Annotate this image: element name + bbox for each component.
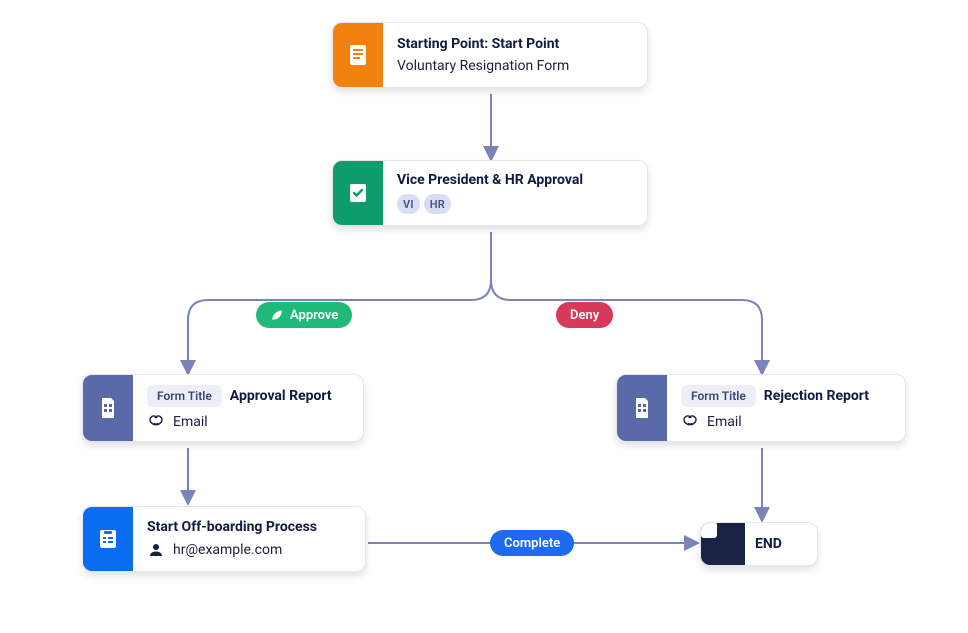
iconbar (83, 375, 133, 441)
iconbar (333, 161, 383, 225)
link-icon (681, 413, 699, 431)
approval-report-node[interactable]: Form Title Approval Report Email (82, 374, 364, 442)
form-title-tag: Form Title (147, 385, 222, 407)
edge-approve-label: Approve (290, 308, 338, 323)
iconbar (617, 375, 667, 441)
start-label: Starting Point: Start Point (397, 36, 569, 52)
edge-deny: Deny (556, 302, 613, 328)
start-subtitle: Voluntary Resignation Form (397, 58, 569, 74)
approval-title: Vice President & HR Approval (397, 172, 583, 188)
edge-complete: Complete (490, 530, 574, 556)
person-icon (147, 541, 165, 559)
iconbar (701, 522, 745, 566)
edge-approve: Approve (256, 302, 352, 328)
rejection-report-node[interactable]: Form Title Rejection Report Email (616, 374, 906, 442)
approval-node[interactable]: Vice President & HR Approval VI HR (332, 160, 648, 226)
form-title-tag: Form Title (681, 385, 756, 407)
start-node[interactable]: Starting Point: Start Point Voluntary Re… (332, 22, 648, 88)
form-title-value: Rejection Report (764, 388, 869, 404)
link-icon (147, 413, 165, 431)
form-icon (630, 396, 654, 420)
form-title-value: Approval Report (230, 388, 332, 404)
approver-chips: VI HR (397, 194, 583, 214)
leaf-icon (270, 308, 284, 322)
edge-complete-label: Complete (504, 536, 560, 551)
form-icon (96, 396, 120, 420)
chip-vi: VI (397, 194, 420, 214)
chip-hr: HR (424, 194, 451, 214)
end-label: END (745, 536, 798, 552)
link-label: Email (707, 414, 742, 430)
assignee-label: hr@example.com (173, 542, 282, 558)
edge-deny-label: Deny (570, 308, 599, 323)
stop-icon (701, 522, 717, 538)
link-label: Email (173, 414, 208, 430)
approval-icon (346, 181, 370, 205)
iconbar (333, 23, 383, 87)
offboard-node[interactable]: Start Off-boarding Process hr@example.co… (82, 506, 366, 572)
offboard-title: Start Off-boarding Process (147, 519, 317, 535)
document-icon (346, 43, 370, 67)
iconbar (83, 507, 133, 571)
checklist-icon (96, 527, 120, 551)
end-node[interactable]: END (700, 522, 818, 566)
